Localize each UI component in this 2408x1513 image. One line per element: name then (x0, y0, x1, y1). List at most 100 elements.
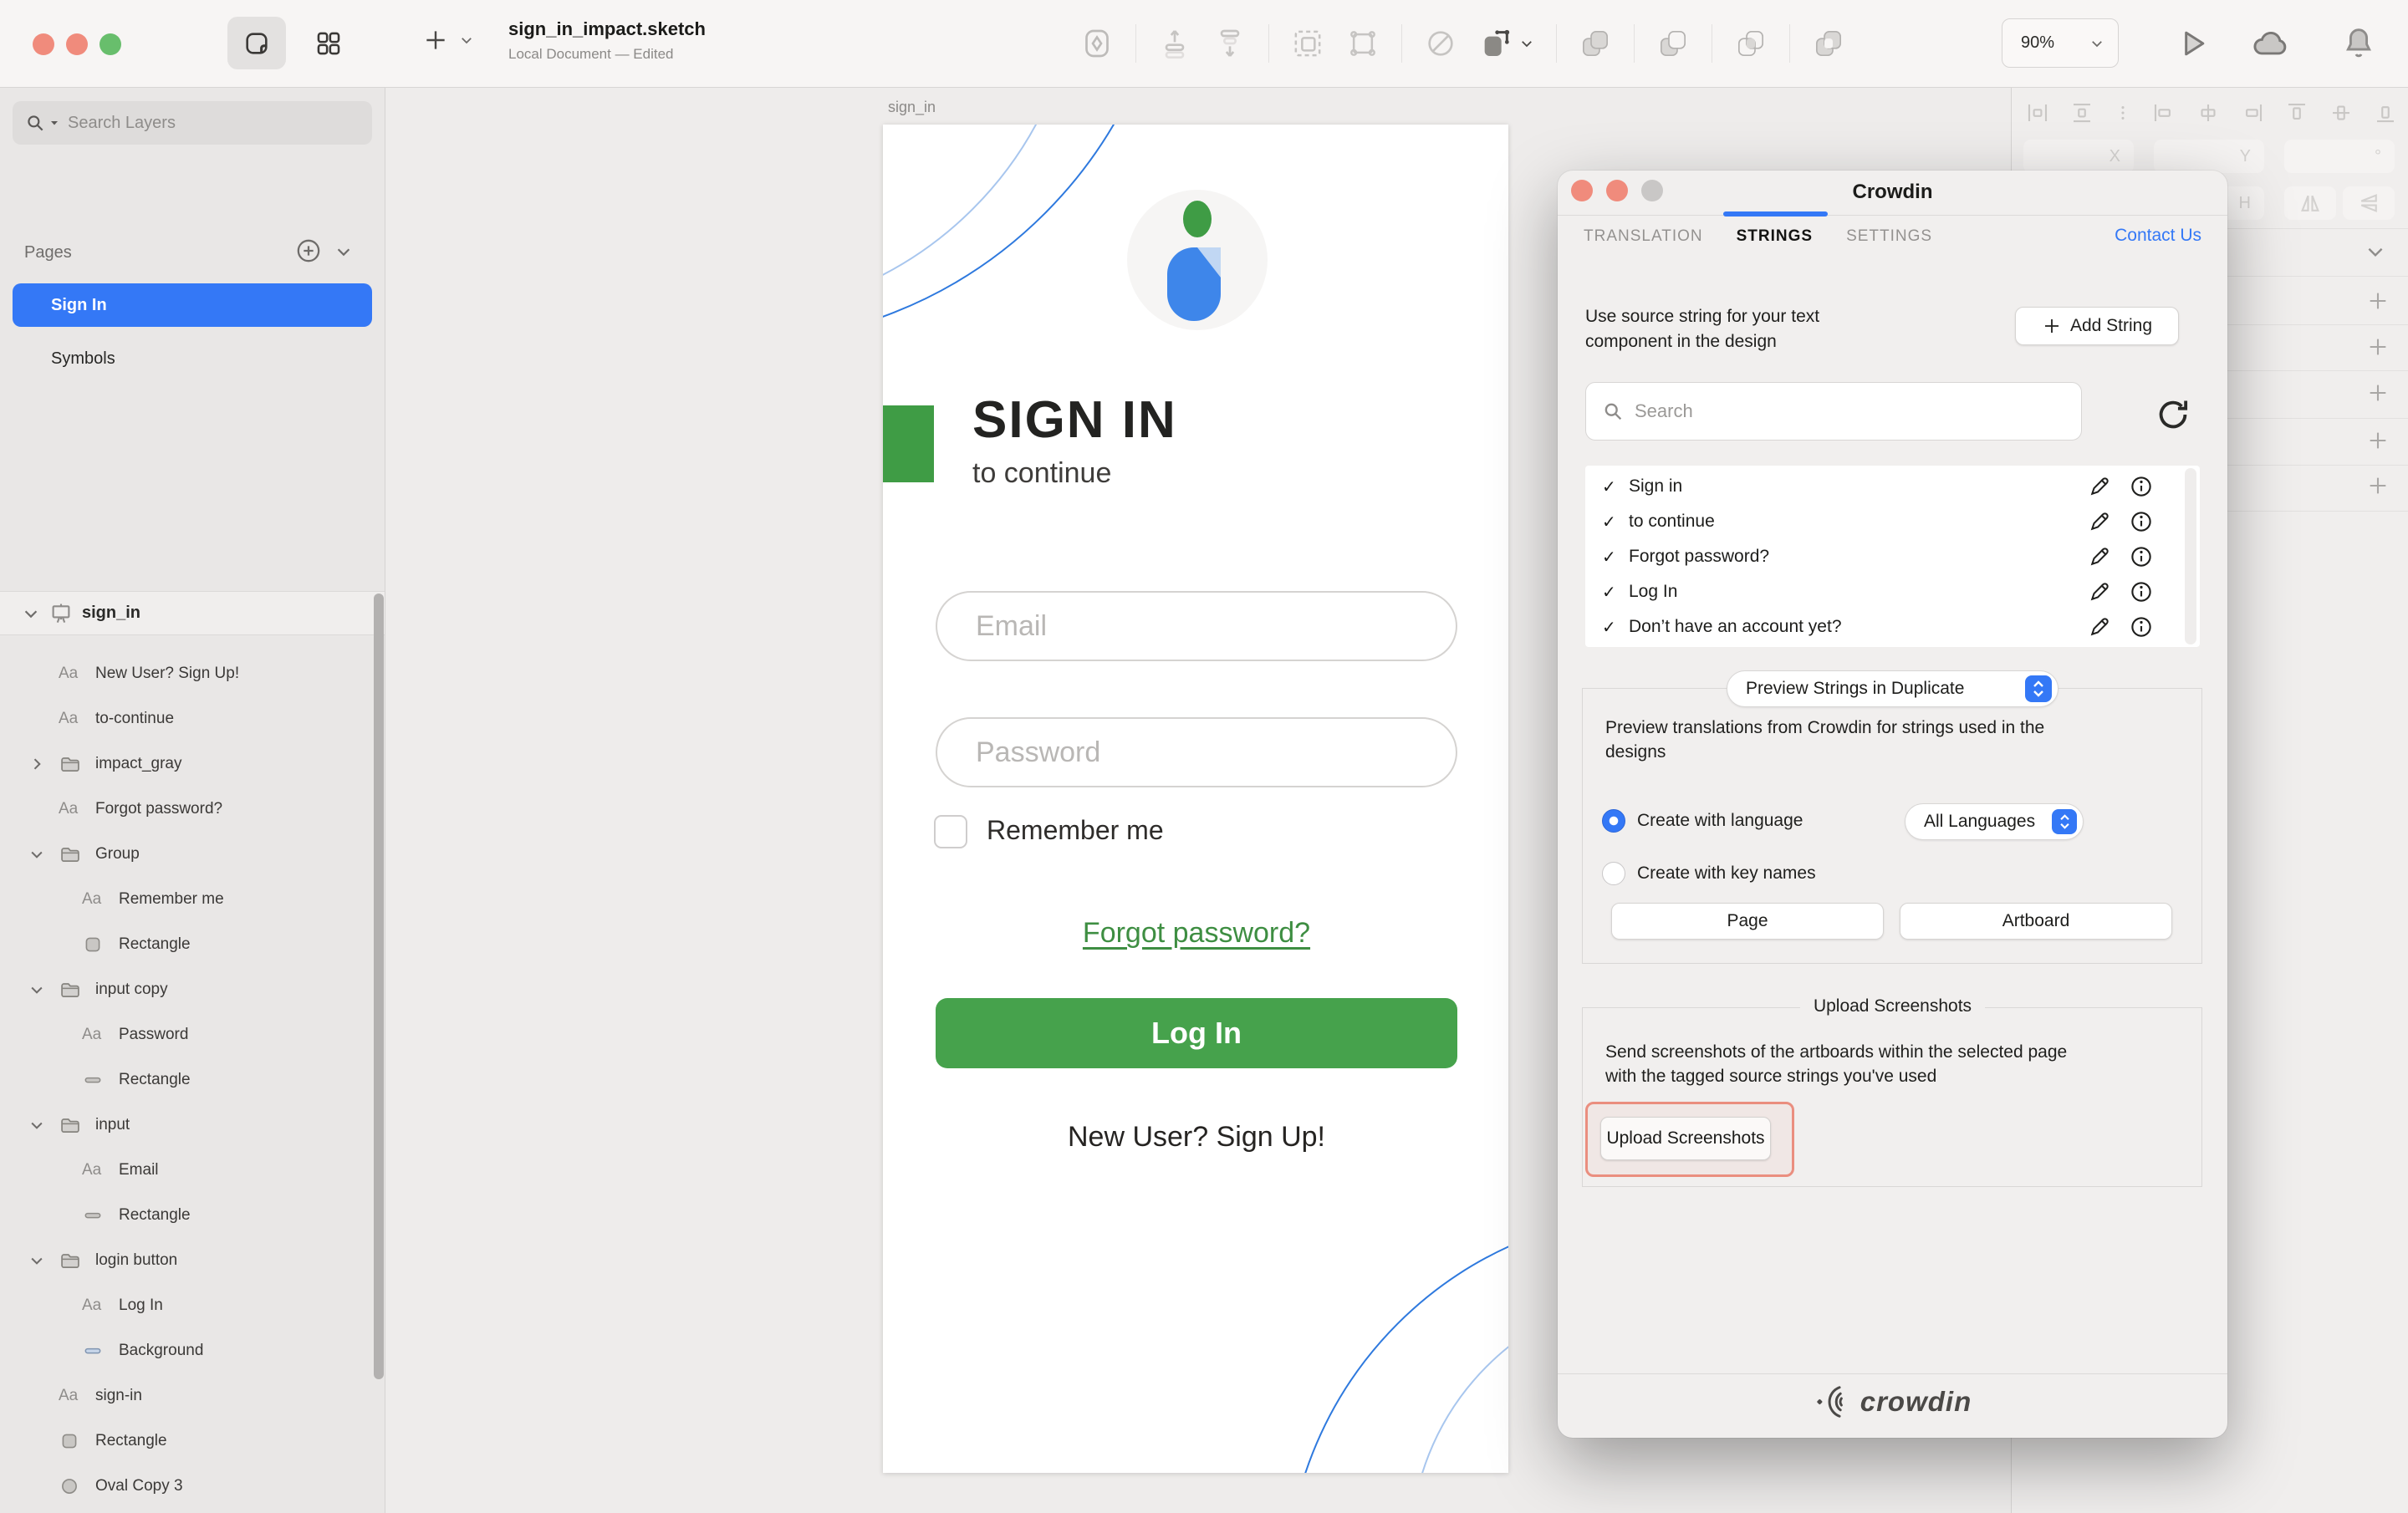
sidebar-scrollbar[interactable] (374, 593, 384, 1379)
create-with-language-radio[interactable] (1602, 809, 1625, 833)
string-row[interactable]: ✓Sign in (1585, 469, 2200, 504)
subtract-icon[interactable] (1656, 27, 1690, 60)
y-position-field[interactable]: Y (2154, 140, 2264, 173)
chevron-down-icon[interactable] (28, 846, 59, 863)
minimize-button[interactable] (66, 33, 88, 55)
add-page-icon[interactable] (294, 237, 323, 265)
canvas-view-button[interactable] (227, 17, 286, 69)
layer-row[interactable]: Oval Copy 3 (0, 1464, 373, 1509)
artboard-button[interactable]: Artboard (1900, 903, 2172, 940)
layer-row[interactable]: AaLog In (0, 1283, 373, 1328)
info-icon[interactable] (2129, 509, 2154, 534)
sidebar-page-symbols[interactable]: Symbols (13, 337, 372, 380)
chevron-down-icon[interactable] (28, 1252, 59, 1269)
layer-row[interactable]: input copy (0, 967, 373, 1012)
union-icon[interactable] (1579, 27, 1612, 60)
string-row[interactable]: ✓Log In (1585, 574, 2200, 609)
shape-tool-icon[interactable] (1080, 27, 1114, 60)
preview-play-icon[interactable] (2174, 25, 2211, 62)
tab-translation[interactable]: TRANSLATION (1584, 227, 1703, 246)
layer-row[interactable]: AaRemember me (0, 877, 373, 922)
layer-row[interactable]: Group (0, 832, 373, 877)
string-row[interactable]: ✓Don’t have an account yet? (1585, 609, 2200, 644)
distribute-horizontal-icon[interactable] (2025, 100, 2050, 125)
align-right-icon[interactable] (2240, 100, 2265, 125)
string-search-input[interactable] (1635, 400, 2053, 422)
sidebar-page-sign-in[interactable]: Sign In (13, 283, 372, 327)
artboard-layer-header[interactable]: sign_in (0, 591, 385, 635)
info-icon[interactable] (2129, 544, 2154, 569)
string-row[interactable]: ✓Forgot password? (1585, 539, 2200, 574)
edit-pencil-icon[interactable] (2087, 579, 2112, 604)
page-button[interactable]: Page (1611, 903, 1884, 940)
section-collapse-chevron-icon[interactable] (2365, 241, 2386, 262)
layer-row[interactable]: Background (0, 1328, 373, 1373)
insert-button[interactable] (422, 27, 474, 53)
layer-row[interactable]: Aasign-in (0, 1373, 373, 1419)
layer-row[interactable]: AaPassword (0, 1012, 373, 1057)
flip-vertical-button[interactable] (2343, 186, 2395, 220)
flip-horizontal-button[interactable] (2284, 186, 2336, 220)
close-button[interactable] (33, 33, 54, 55)
layer-row[interactable]: input (0, 1103, 373, 1148)
mask-icon[interactable] (1424, 27, 1457, 60)
preview-mode-dropdown[interactable]: Preview Strings in Duplicate (1727, 670, 2059, 707)
search-scope-chevron-icon[interactable] (49, 118, 59, 128)
strings-list-scrollbar[interactable] (2185, 468, 2196, 644)
layer-row[interactable]: Rectangle (0, 1193, 373, 1238)
components-view-button[interactable] (301, 17, 356, 69)
layer-search-field[interactable] (13, 101, 372, 145)
add-style-icon[interactable] (2366, 289, 2390, 313)
move-forward-icon[interactable] (1158, 27, 1191, 60)
upload-screenshots-button[interactable]: Upload Screenshots (1600, 1117, 1771, 1160)
cloud-share-icon[interactable] (2249, 25, 2293, 62)
rotation-field[interactable]: ° (2284, 140, 2395, 173)
language-dropdown[interactable]: All Languages (1905, 803, 2084, 840)
align-middle-vertical-icon[interactable] (2329, 100, 2354, 125)
layer-row[interactable]: Rectangle (0, 1057, 373, 1103)
refresh-icon[interactable] (2154, 395, 2192, 434)
difference-icon[interactable] (1812, 27, 1845, 60)
add-shadow-icon[interactable] (2366, 429, 2390, 452)
layer-row[interactable]: AaForgot password? (0, 787, 373, 832)
create-with-key-names-radio[interactable] (1602, 862, 1625, 885)
string-row[interactable]: ✓to continue (1585, 504, 2200, 539)
edit-shape-icon[interactable] (1346, 27, 1380, 60)
layer-row[interactable]: AaEmail (0, 1148, 373, 1193)
align-center-horizontal-icon[interactable] (2196, 100, 2221, 125)
align-bottom-icon[interactable] (2373, 100, 2398, 125)
zoom-button[interactable] (99, 33, 121, 55)
search-layers-input[interactable] (68, 114, 335, 133)
align-left-icon[interactable] (2151, 100, 2176, 125)
tab-strings[interactable]: STRINGS (1737, 227, 1813, 246)
add-fill-icon[interactable] (2366, 335, 2390, 359)
layer-row[interactable]: Rectangle (0, 922, 373, 967)
tab-settings[interactable]: SETTINGS (1846, 227, 1932, 246)
chevron-down-icon[interactable] (28, 981, 59, 998)
artboard-title[interactable]: sign_in (888, 99, 936, 116)
add-blur-icon[interactable] (2366, 474, 2390, 497)
info-icon[interactable] (2129, 474, 2154, 499)
intersect-icon[interactable] (1734, 27, 1768, 60)
edit-pencil-icon[interactable] (2087, 474, 2112, 499)
distribute-vertical-icon[interactable] (2069, 100, 2094, 125)
contact-us-link[interactable]: Contact Us (2115, 226, 2201, 246)
layer-row[interactable]: impact_gray (0, 741, 373, 787)
edit-pencil-icon[interactable] (2087, 544, 2112, 569)
scale-tool-icon[interactable] (1479, 27, 1534, 60)
add-string-button[interactable]: Add String (2015, 307, 2179, 345)
layer-row[interactable]: login button (0, 1238, 373, 1283)
chevron-down-icon[interactable] (22, 604, 40, 623)
group-icon[interactable] (1291, 27, 1324, 60)
layer-row[interactable]: Aato-continue (0, 696, 373, 741)
pages-collapse-chevron-icon[interactable] (334, 242, 353, 261)
move-backward-icon[interactable] (1213, 27, 1247, 60)
layer-row[interactable]: Rectangle (0, 1419, 373, 1464)
x-position-field[interactable]: X (2023, 140, 2134, 173)
info-icon[interactable] (2129, 579, 2154, 604)
chevron-right-icon[interactable] (28, 756, 59, 772)
layer-row[interactable]: AaNew User? Sign Up! (0, 651, 373, 696)
align-top-icon[interactable] (2284, 100, 2309, 125)
chevron-down-icon[interactable] (28, 1117, 59, 1133)
edit-pencil-icon[interactable] (2087, 614, 2112, 639)
